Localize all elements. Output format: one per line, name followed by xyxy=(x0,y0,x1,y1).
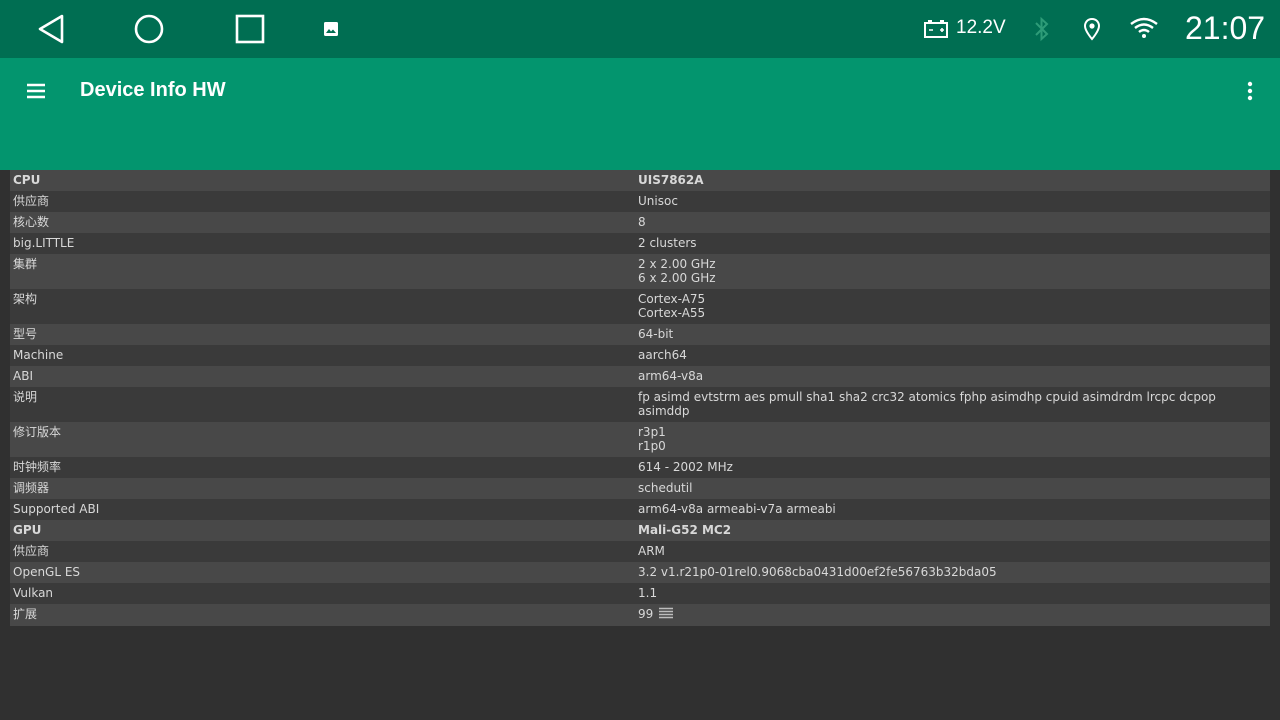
row-value: Mali-G52 MC2 xyxy=(638,523,1270,537)
row-value: Unisoc xyxy=(638,194,1270,208)
row-value-text: Mali-G52 MC2 xyxy=(638,523,732,537)
row-value-text: aarch64 xyxy=(638,348,687,362)
table-row: 型号 64-bit xyxy=(10,324,1270,345)
row-label: 核心数 xyxy=(13,215,50,229)
table-row: 集群 2 x 2.00 GHz 6 x 2.00 GHz xyxy=(10,254,1270,289)
table-row: 核心数 8 xyxy=(10,212,1270,233)
row-value-text: Unisoc xyxy=(638,194,678,208)
row-value-text: Cortex-A75 Cortex-A55 xyxy=(638,292,706,320)
row-value: fp asimd evtstrm aes pmull sha1 sha2 crc… xyxy=(638,390,1270,418)
row-label: 修订版本 xyxy=(13,425,62,439)
row-label: 供应商 xyxy=(13,544,50,558)
row-value-text: 99 xyxy=(638,607,654,621)
row-value: 64-bit xyxy=(638,327,1270,341)
table-row: ABI arm64-v8a xyxy=(10,366,1270,387)
row-label: 型号 xyxy=(13,327,38,341)
row-value-text: 3.2 v1.r21p0-01rel0.9068cba0431d00ef2fe5… xyxy=(638,565,997,579)
row-value-text: 2 clusters xyxy=(638,236,697,250)
row-value-text: arm64-v8a xyxy=(638,369,704,383)
info-table[interactable]: CPU UIS7862A 供应商 Unisoc 核心数 8 big.LITTLE 2 clus… xyxy=(10,170,1270,626)
table-row: 说明 fp asimd evtstrm aes pmull sha1 sha2 c… xyxy=(10,387,1270,422)
row-label: Vulkan xyxy=(13,586,54,600)
row-value: 614 - 2002 MHz xyxy=(638,460,1270,474)
row-value-text: UIS7862A xyxy=(638,173,704,187)
row-value-text: 2 x 2.00 GHz 6 x 2.00 GHz xyxy=(638,257,716,285)
row-value: 3.2 v1.r21p0-01rel0.9068cba0431d00ef2fe5… xyxy=(638,565,1270,579)
row-value-text: 614 - 2002 MHz xyxy=(638,460,733,474)
table-row: CPU UIS7862A xyxy=(10,170,1270,191)
row-value: 8 xyxy=(638,215,1270,229)
row-value: 2 x 2.00 GHz 6 x 2.00 GHz xyxy=(638,257,1270,285)
gallery-icon xyxy=(322,20,340,38)
row-label: 调频器 xyxy=(13,481,50,495)
row-value: schedutil xyxy=(638,481,1270,495)
row-label: GPU xyxy=(13,523,42,537)
bluetooth-icon xyxy=(1030,15,1054,43)
row-value-text: arm64-v8a armeabi-v7a armeabi xyxy=(638,502,836,516)
menu-icon[interactable] xyxy=(22,80,50,102)
status-bar: 12.2V 21:07 xyxy=(0,0,1280,58)
row-value: r3p1 r1p0 xyxy=(638,425,1270,453)
row-value-text: 1.1 xyxy=(638,586,658,600)
row-label: 说明 xyxy=(13,390,38,404)
row-label: 供应商 xyxy=(13,194,50,208)
table-row: 时钟频率 614 - 2002 MHz xyxy=(10,457,1270,478)
row-value-text: r3p1 r1p0 xyxy=(638,425,666,453)
row-label: 架构 xyxy=(13,292,38,306)
row-value: 1.1 xyxy=(638,586,1270,600)
row-label: Supported ABI xyxy=(13,502,100,516)
table-row: 供应商 ARM xyxy=(10,541,1270,562)
table-row: 扩展 99 xyxy=(10,604,1270,626)
row-label: Machine xyxy=(13,348,64,362)
back-icon[interactable] xyxy=(35,12,67,46)
table-row: Machine aarch64 xyxy=(10,345,1270,366)
row-value-text: 8 xyxy=(638,215,646,229)
row-value: ARM xyxy=(638,544,1270,558)
recents-icon[interactable] xyxy=(234,13,266,45)
table-row: Vulkan 1.1 xyxy=(10,583,1270,604)
row-label: 扩展 xyxy=(13,607,38,621)
row-value-text: fp asimd evtstrm aes pmull sha1 sha2 crc… xyxy=(638,390,1216,418)
row-value: aarch64 xyxy=(638,348,1270,362)
row-value: Cortex-A75 Cortex-A55 xyxy=(638,292,1270,320)
row-value: arm64-v8a xyxy=(638,369,1270,383)
table-row: Supported ABI arm64-v8a armeabi-v7a armea… xyxy=(10,499,1270,520)
more-options-icon[interactable] xyxy=(1238,78,1262,104)
row-label: 集群 xyxy=(13,257,38,271)
table-row: 架构 Cortex-A75 Cortex-A55 xyxy=(10,289,1270,324)
row-value: 2 clusters xyxy=(638,236,1270,250)
table-row: 调频器 schedutil xyxy=(10,478,1270,499)
row-value: 99 xyxy=(638,607,1270,622)
row-label: OpenGL ES xyxy=(13,565,81,579)
battery-icon xyxy=(922,18,950,40)
row-value-text: schedutil xyxy=(638,481,693,495)
clock: 21:07 xyxy=(1185,10,1266,46)
table-row: GPU Mali-G52 MC2 xyxy=(10,520,1270,541)
page-title: Device Info HW xyxy=(80,79,226,101)
list-icon[interactable] xyxy=(659,607,674,622)
row-value: arm64-v8a armeabi-v7a armeabi xyxy=(638,502,1270,516)
row-value-text: ARM xyxy=(638,544,665,558)
row-value: UIS7862A xyxy=(638,173,1270,187)
row-label: 时钟频率 xyxy=(13,460,62,474)
row-label: ABI xyxy=(13,369,33,383)
row-label: big.LITTLE xyxy=(13,236,75,250)
table-row: 供应商 Unisoc xyxy=(10,191,1270,212)
row-value-text: 64-bit xyxy=(638,327,674,341)
location-icon xyxy=(1080,16,1104,42)
table-row: 修订版本 r3p1 r1p0 xyxy=(10,422,1270,457)
table-row: OpenGL ES 3.2 v1.r21p0-01rel0.9068cba0431… xyxy=(10,562,1270,583)
app-bar: 常规芯片系统屏幕内存相机电池温度 xyxy=(0,58,1280,228)
home-icon[interactable] xyxy=(133,12,165,46)
table-row: big.LITTLE 2 clusters xyxy=(10,233,1270,254)
wifi-icon xyxy=(1128,16,1160,40)
voltage-readout: 12.2V xyxy=(956,17,1006,38)
row-label: CPU xyxy=(13,173,41,187)
